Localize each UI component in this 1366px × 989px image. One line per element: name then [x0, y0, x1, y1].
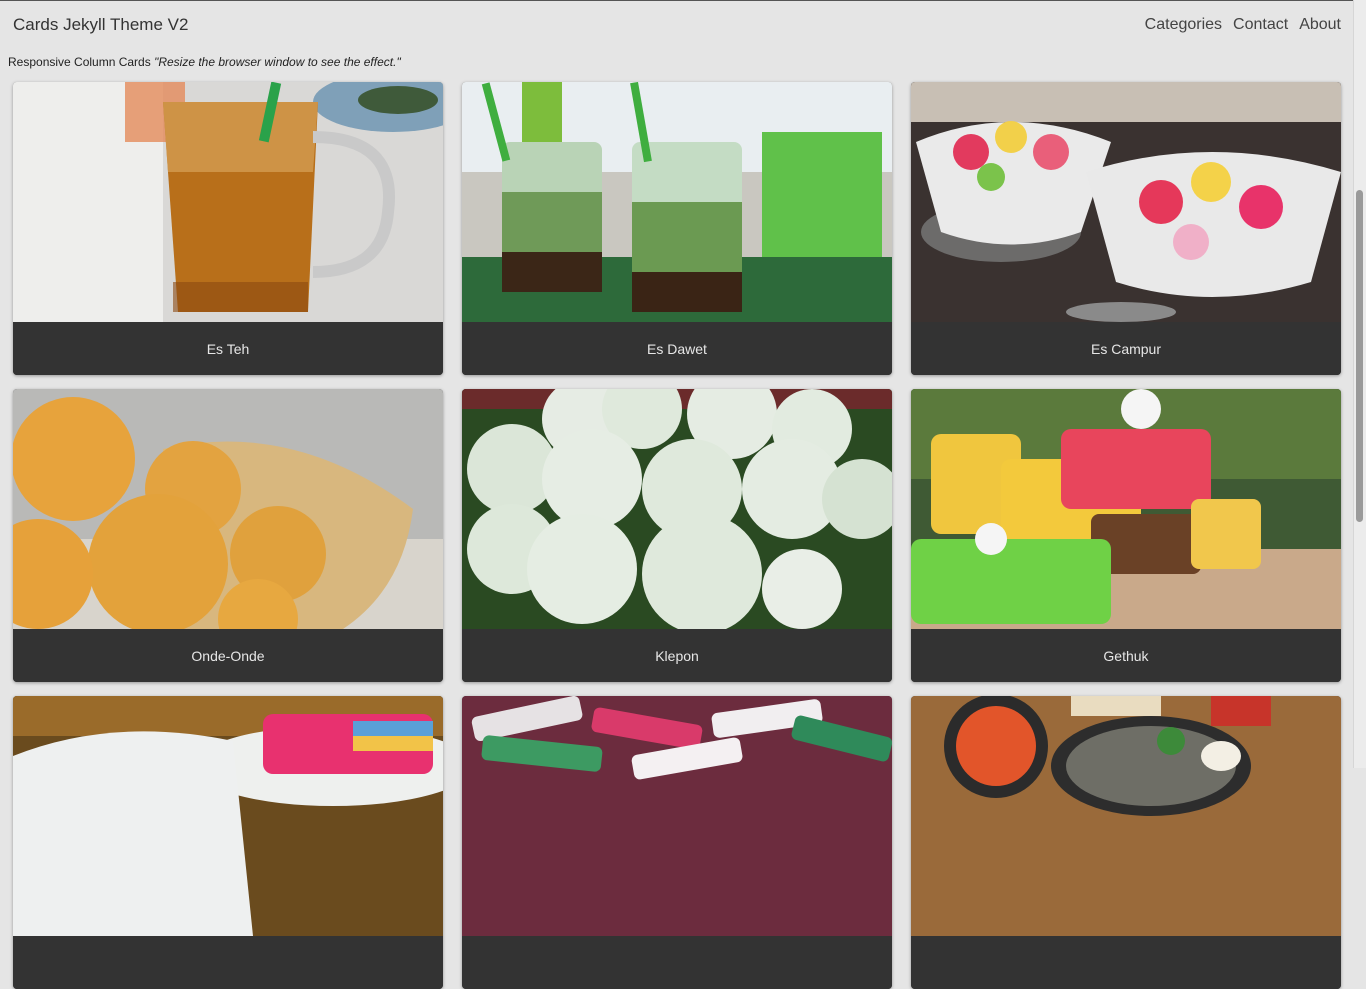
- card-8[interactable]: [462, 696, 892, 989]
- subtitle-note: "Resize the browser window to see the ef…: [154, 55, 401, 69]
- card-title: Es Dawet: [462, 322, 892, 375]
- page-subtitle: Responsive Column Cards "Resize the brow…: [8, 55, 401, 69]
- card-klepon[interactable]: Klepon: [462, 389, 892, 682]
- card-image: [462, 696, 892, 936]
- card-image: [911, 82, 1341, 322]
- card-onde-onde[interactable]: Onde-Onde: [13, 389, 443, 682]
- card-image: [13, 82, 443, 322]
- card-image: [462, 82, 892, 322]
- card-es-campur[interactable]: Es Campur: [911, 82, 1341, 375]
- card-title: Onde-Onde: [13, 629, 443, 682]
- card-image: [911, 389, 1341, 629]
- subtitle-text: Responsive Column Cards: [8, 55, 155, 69]
- card-title: Es Campur: [911, 322, 1341, 375]
- card-image: [462, 389, 892, 629]
- top-navbar: Cards Jekyll Theme V2 Categories Contact…: [0, 1, 1354, 49]
- card-es-dawet[interactable]: Es Dawet: [462, 82, 892, 375]
- card-title: Gethuk: [911, 629, 1341, 682]
- card-image: [911, 696, 1341, 936]
- onde-onde-photo: [13, 389, 443, 629]
- klepon-photo: [462, 389, 892, 629]
- card-gethuk[interactable]: Gethuk: [911, 389, 1341, 682]
- sambal-dish-photo: [911, 696, 1341, 936]
- card-es-teh[interactable]: Es Teh: [13, 82, 443, 375]
- wrapped-sweets-photo: [462, 696, 892, 936]
- cards-grid: Es Teh Es Dawet Es Campur Onde-Onde Klep…: [13, 82, 1341, 989]
- vertical-scrollbar[interactable]: [1353, 0, 1366, 768]
- nav-contact[interactable]: Contact: [1233, 16, 1288, 34]
- es-teh-photo: [13, 82, 443, 322]
- gethuk-photo: [911, 389, 1341, 629]
- site-brand[interactable]: Cards Jekyll Theme V2: [13, 15, 188, 35]
- main-nav: Categories Contact About: [1145, 16, 1341, 34]
- scrollbar-thumb[interactable]: [1356, 190, 1363, 522]
- card-title: Klepon: [462, 629, 892, 682]
- nav-categories[interactable]: Categories: [1145, 16, 1222, 34]
- nav-about[interactable]: About: [1299, 16, 1341, 34]
- card-title: [13, 936, 443, 989]
- card-7[interactable]: [13, 696, 443, 989]
- card-image: [13, 696, 443, 936]
- kue-lapis-photo: [13, 696, 443, 936]
- card-image: [13, 389, 443, 629]
- card-9[interactable]: [911, 696, 1341, 989]
- es-campur-photo: [911, 82, 1341, 322]
- card-title: [462, 936, 892, 989]
- card-title: [911, 936, 1341, 989]
- es-dawet-photo: [462, 82, 892, 322]
- card-title: Es Teh: [13, 322, 443, 375]
